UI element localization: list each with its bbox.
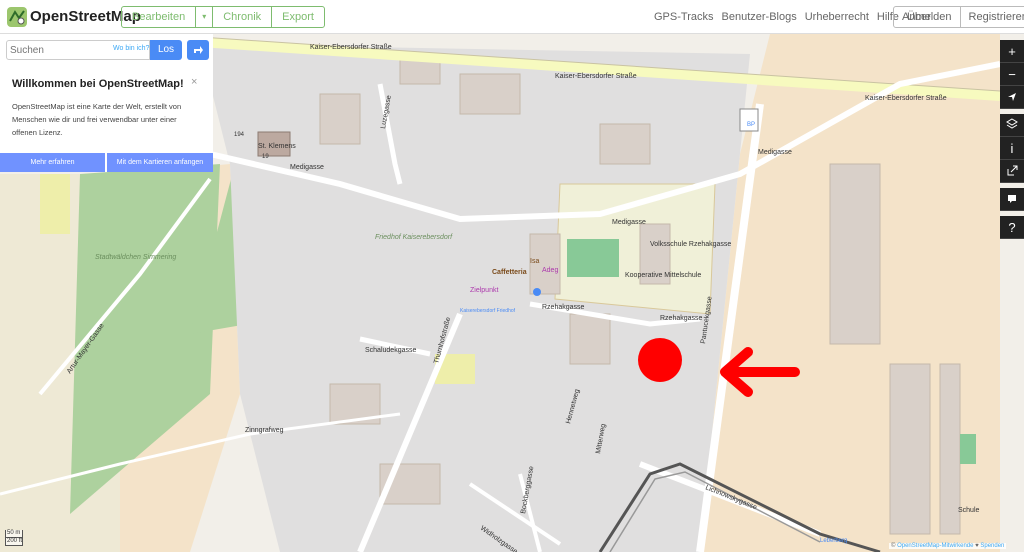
label-street: Kaiser-Ebersdorfer Straße bbox=[555, 73, 637, 80]
label-housenumber: 19 bbox=[262, 154, 269, 160]
secondary-nav: GPS-Tracks Benutzer-Blogs Urheberrecht H… bbox=[654, 11, 931, 23]
note-icon bbox=[1008, 195, 1016, 203]
label-cemetery: Friedhof Kaiserebersdorf bbox=[375, 234, 453, 241]
sidebar: Wo bin ich? Los Willkommen bei OpenStree… bbox=[0, 34, 213, 172]
building bbox=[889, 363, 931, 535]
label-park: Stadtwäldchen Simmering bbox=[95, 254, 176, 261]
scale-bar: 50 m 200 ft bbox=[5, 530, 23, 546]
edit-dropdown-caret[interactable]: ▾ bbox=[196, 7, 214, 27]
label-street: Medigasse bbox=[758, 149, 792, 156]
label-street: Medigasse bbox=[612, 219, 646, 226]
label-street: Schaludekgasse bbox=[365, 347, 416, 354]
zoom-out-button[interactable]: − bbox=[1000, 63, 1024, 86]
start-mapping-button[interactable]: Mit dem Kartieren anfangen bbox=[107, 153, 213, 172]
directions-icon bbox=[194, 46, 203, 54]
learn-more-button[interactable]: Mehr erfahren bbox=[0, 153, 105, 172]
label-shop: Zielpunkt bbox=[470, 287, 498, 294]
scale-imperial: 200 ft bbox=[5, 538, 23, 546]
label-street: Rzehakgasse bbox=[660, 315, 703, 322]
auth-buttons: Anmelden Registrieren bbox=[893, 6, 1024, 28]
locate-button[interactable] bbox=[1000, 86, 1024, 109]
label-street: Zinngrafweg bbox=[245, 427, 284, 434]
sports-pitch bbox=[567, 239, 619, 277]
close-icon[interactable]: × bbox=[191, 76, 197, 88]
layers-icon bbox=[1006, 118, 1018, 129]
highlight-circle bbox=[638, 338, 682, 382]
parking-icon[interactable] bbox=[533, 288, 541, 296]
label-shop: Adeg bbox=[542, 267, 558, 274]
building bbox=[939, 363, 961, 535]
label-tram-stop: Kaiserebersdorf Friedhof bbox=[460, 308, 516, 314]
green-plot bbox=[960, 434, 976, 464]
parking-area-left bbox=[40, 174, 70, 234]
nav-copyright[interactable]: Urheberrecht bbox=[805, 11, 869, 23]
history-button[interactable]: Chronik bbox=[213, 7, 273, 27]
query-features-button[interactable]: ? bbox=[1000, 216, 1024, 239]
label-school: Kooperative Mittelschule bbox=[625, 272, 701, 279]
directions-button[interactable] bbox=[187, 40, 209, 60]
building bbox=[459, 73, 521, 115]
nav-gps-tracks[interactable]: GPS-Tracks bbox=[654, 11, 714, 23]
label-street: Kaiser-Ebersdorfer Straße bbox=[310, 44, 392, 51]
where-am-i-link[interactable]: Wo bin ich? bbox=[113, 45, 149, 52]
top-header: OpenStreetMap Bearbeiten ▾ Chronik Expor… bbox=[0, 0, 1024, 34]
building bbox=[569, 313, 611, 365]
add-note-button[interactable] bbox=[1000, 188, 1024, 211]
label-street: Rzehakgasse bbox=[542, 304, 585, 311]
label-church: St. Klemens bbox=[258, 143, 296, 150]
label-school: Schule bbox=[958, 507, 980, 514]
label-housenumber: 194 bbox=[234, 132, 245, 138]
search-row: Wo bin ich? Los bbox=[6, 40, 209, 60]
label-street: Medigasse bbox=[290, 164, 324, 171]
label-street: Kaiser-Ebersdorfer Straße bbox=[865, 95, 947, 102]
building bbox=[319, 93, 361, 145]
login-button[interactable]: Anmelden bbox=[894, 7, 961, 27]
layers-button[interactable] bbox=[1000, 114, 1024, 137]
attribution: © OpenStreetMap-Mitwirkende ♥ Spenden bbox=[889, 543, 1007, 549]
label-fuel: BP bbox=[747, 122, 755, 128]
export-button[interactable]: Export bbox=[272, 7, 324, 27]
share-icon bbox=[1007, 165, 1017, 176]
welcome-text: OpenStreetMap ist eine Karte der Welt, e… bbox=[12, 102, 182, 137]
edit-button[interactable]: Bearbeiten bbox=[122, 7, 197, 27]
label-station: Leberberg bbox=[820, 538, 847, 544]
edit-button-group: Bearbeiten ▾ Chronik Export bbox=[121, 6, 325, 28]
donate-link[interactable]: Spenden bbox=[980, 543, 1004, 549]
label-cafe: Caffetteria bbox=[492, 269, 527, 276]
nav-user-diaries[interactable]: Benutzer-Blogs bbox=[722, 11, 797, 23]
attribution-link[interactable]: OpenStreetMap-Mitwirkende bbox=[897, 543, 973, 549]
label-school: Volksschule Rzehakgasse bbox=[650, 241, 731, 248]
zoom-in-button[interactable]: + bbox=[1000, 40, 1024, 63]
scale-metric: 50 m bbox=[5, 530, 23, 538]
map-key-button[interactable]: i bbox=[1000, 137, 1024, 160]
search-button[interactable]: Los bbox=[150, 40, 182, 60]
map-controls: + − i ? bbox=[1000, 40, 1024, 239]
welcome-title: Willkommen bei OpenStreetMap! bbox=[12, 78, 184, 90]
signup-button[interactable]: Registrieren bbox=[961, 7, 1024, 27]
share-button[interactable] bbox=[1000, 160, 1024, 183]
locate-icon bbox=[1008, 93, 1016, 101]
building bbox=[829, 163, 881, 345]
label-poi: Isa bbox=[530, 258, 539, 265]
welcome-actions: Mehr erfahren Mit dem Kartieren anfangen bbox=[0, 153, 213, 172]
osm-logo-icon[interactable] bbox=[6, 6, 28, 28]
building bbox=[599, 123, 651, 165]
